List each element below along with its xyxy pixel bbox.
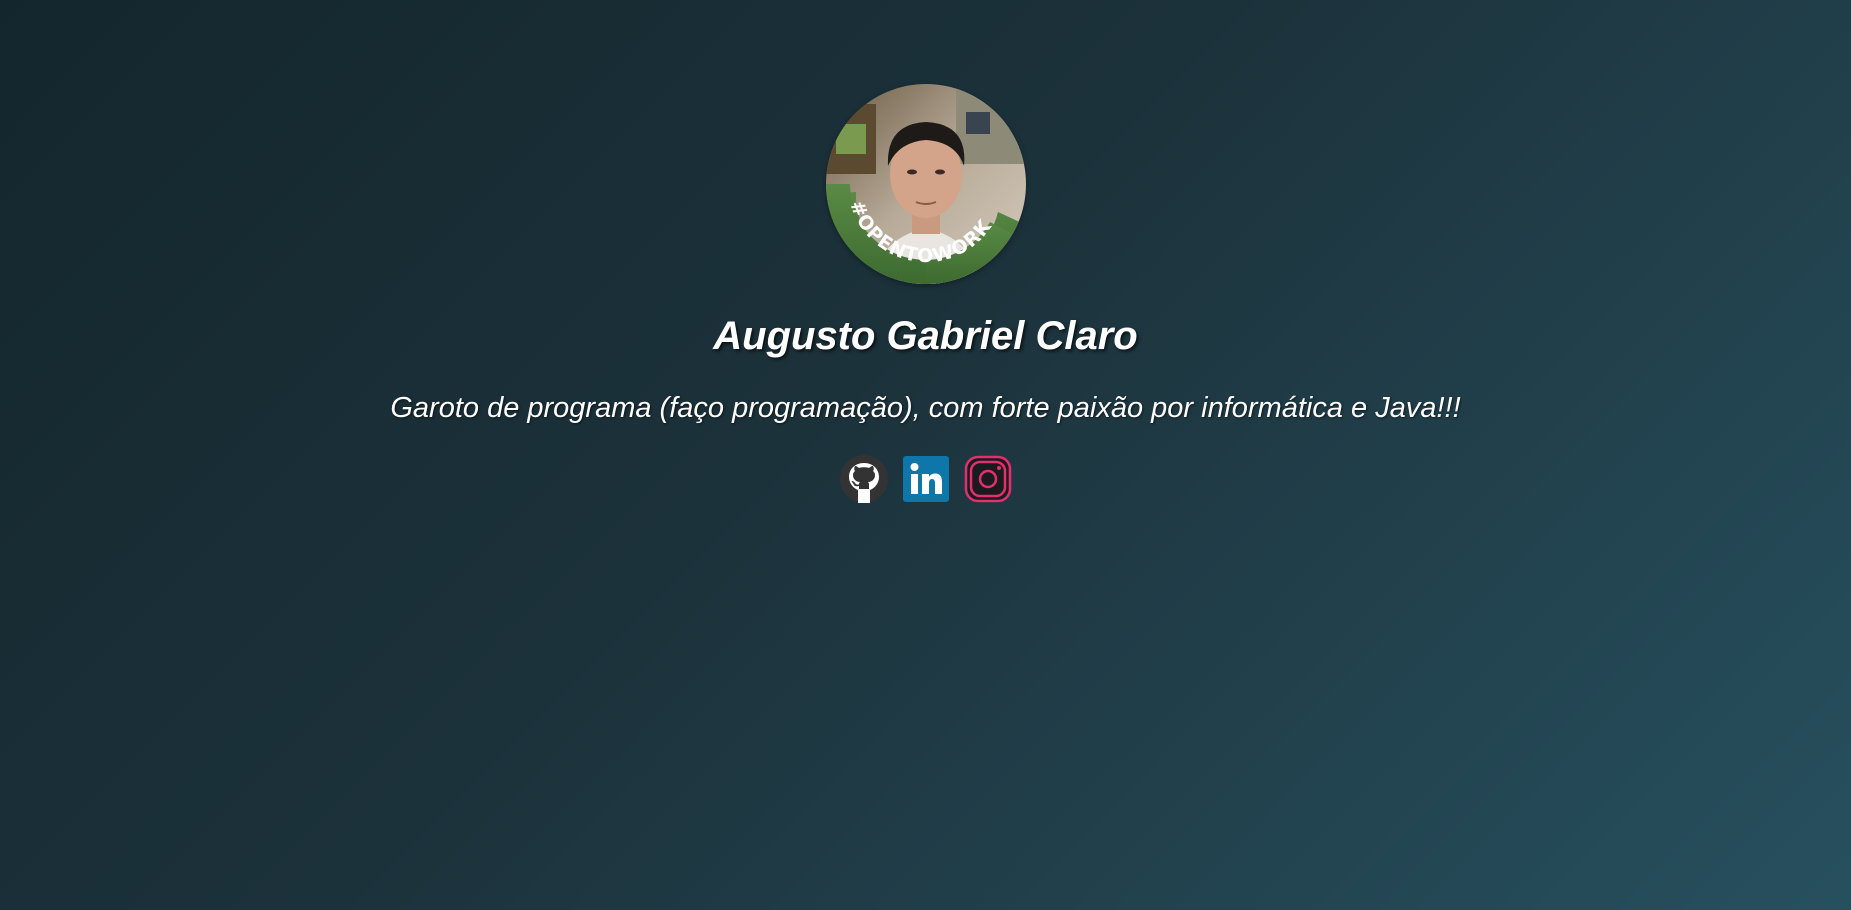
linkedin-icon bbox=[902, 456, 949, 502]
instagram-icon bbox=[964, 455, 1011, 503]
avatar: #OPENTOWORK bbox=[825, 84, 1026, 284]
github-icon bbox=[839, 455, 888, 503]
profile-card: #OPENTOWORK Augusto Gabriel Claro Garoto… bbox=[0, 0, 1851, 503]
profile-name: Augusto Gabriel Claro bbox=[713, 314, 1138, 358]
linkedin-link[interactable] bbox=[902, 455, 950, 503]
social-links bbox=[839, 455, 1012, 503]
profile-bio: Garoto de programa (faço programação), c… bbox=[390, 392, 1461, 424]
github-link[interactable] bbox=[839, 455, 888, 503]
avatar-photo: #OPENTOWORK bbox=[825, 84, 1026, 284]
instagram-link[interactable] bbox=[964, 455, 1012, 503]
